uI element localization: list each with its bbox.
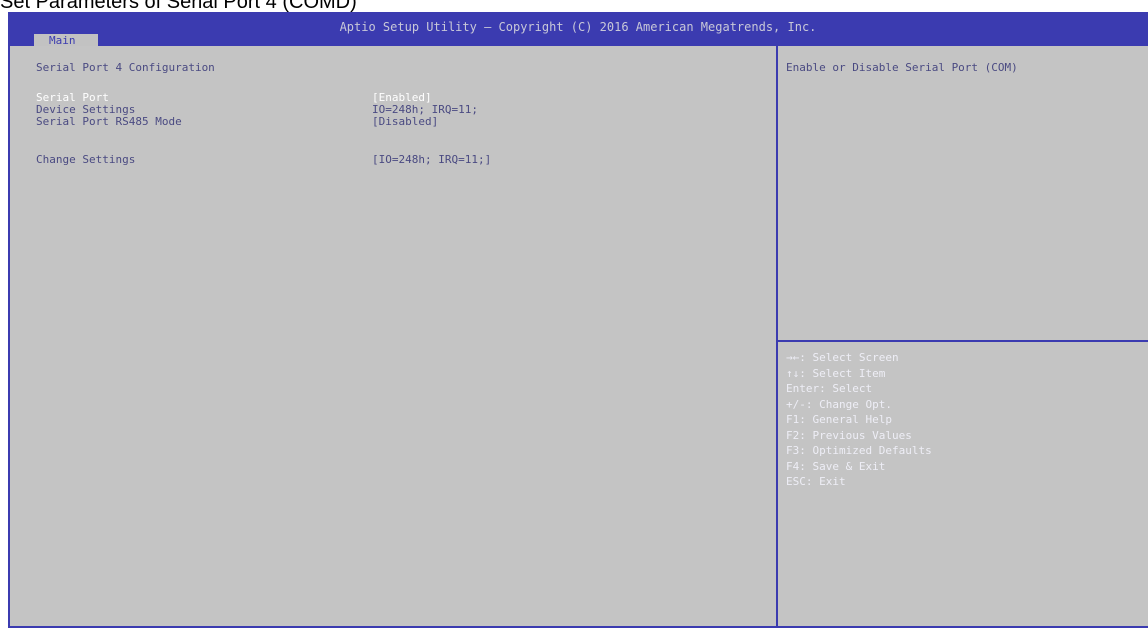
help-text: Enable or Disable Serial Port (COM) — [786, 61, 1018, 74]
key-change-opt: +/-: Change Opt. — [786, 397, 892, 411]
setup-panel: Serial Port 4 Configuration Serial Port … — [8, 46, 1148, 628]
setting-change-settings[interactable]: Change Settings — [36, 153, 135, 167]
setting-rs485-mode[interactable]: Serial Port RS485 Mode — [36, 115, 182, 129]
vertical-divider — [776, 46, 778, 626]
key-esc: ESC: Exit — [786, 475, 846, 488]
app-title: Aptio Setup Utility – Copyright (C) 2016… — [339, 20, 817, 34]
change-settings-value[interactable]: [IO=248h; IRQ=11;] — [372, 153, 491, 167]
help-divider — [778, 340, 1148, 342]
key-legend: →←: Select Screen ↑↓: Select Item Enter:… — [786, 350, 932, 490]
key-select-item: ↑↓: Select Item — [786, 366, 886, 380]
page-caption: Set Parameters of Serial Port 4 (COMD) — [0, 0, 357, 12]
rs485-mode-value[interactable]: [Disabled] — [372, 115, 438, 129]
key-f3: F3: Optimized Defaults — [786, 444, 932, 457]
title-bar: Aptio Setup Utility – Copyright (C) 2016… — [8, 12, 1148, 47]
page-title: Serial Port 4 Configuration — [36, 61, 215, 74]
key-f2: F2: Previous Values — [786, 428, 912, 442]
key-enter: Enter: Select — [786, 382, 873, 395]
key-f1: F1: General Help — [786, 413, 892, 426]
key-select-screen: →←: Select Screen — [786, 351, 899, 364]
key-f4: F4: Save & Exit — [786, 459, 886, 473]
